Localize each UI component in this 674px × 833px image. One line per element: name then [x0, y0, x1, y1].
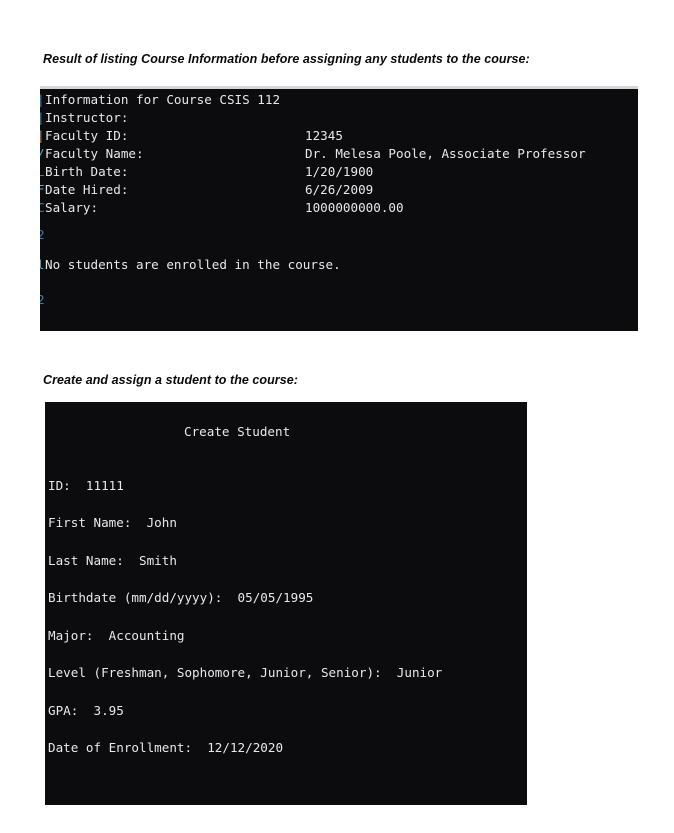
console-create-student: Create Student ID: 11111 First Name: Joh… [45, 402, 527, 805]
caption-create-student: Create and assign a student to the cours… [43, 373, 298, 387]
course-header-line: Information for Course CSIS 112 [45, 92, 281, 107]
faculty-id-value: 12345 [305, 128, 343, 143]
create-student-title: Create Student [184, 424, 291, 439]
date-hired-label: Date Hired: [45, 182, 129, 197]
faculty-id-label: Faculty ID: [45, 128, 129, 143]
student-id-line: ID: 11111 [48, 478, 124, 493]
student-enrollment-date-line: Date of Enrollment: 12/12/2020 [48, 740, 284, 755]
date-hired-value: 6/26/2009 [305, 182, 374, 197]
console-course-body: Information for Course CSIS 112 Instruct… [40, 86, 638, 331]
salary-value: 1000000000.00 [305, 200, 404, 215]
student-major-line: Major: Accounting [48, 628, 185, 643]
enrollment-message: No students are enrolled in the course. [45, 257, 341, 272]
caption-course-listing: Result of listing Course Information bef… [43, 52, 530, 66]
student-last-name-line: Last Name: Smith [48, 553, 177, 568]
student-level-line: Level (Freshman, Sophomore, Junior, Seni… [48, 665, 443, 680]
faculty-name-label: Faculty Name: [45, 146, 144, 161]
page-root: Result of listing Course Information bef… [0, 0, 674, 833]
faculty-name-value: Dr. Melesa Poole, Associate Professor [305, 146, 586, 161]
student-first-name-line: First Name: John [48, 515, 177, 530]
salary-label: Salary: [45, 200, 99, 215]
student-gpa-line: GPA: 3.95 [48, 703, 124, 718]
student-birthdate-line: Birthdate (mm/dd/yyyy): 05/05/1995 [48, 590, 314, 605]
birth-date-label: Birth Date: [45, 164, 129, 179]
birth-date-value: 1/20/1900 [305, 164, 374, 179]
course-instructor-label: Instructor: [45, 110, 129, 125]
console-course-information: | | | / L F C 2 l 2 Information for Cour… [40, 86, 638, 331]
console-student-body: Create Student ID: 11111 First Name: Joh… [45, 402, 527, 805]
